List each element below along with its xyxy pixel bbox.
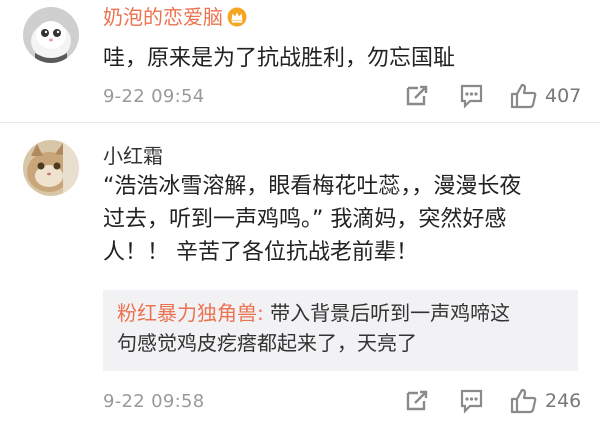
cat-avatar-icon: [23, 7, 79, 63]
crown-icon: [227, 7, 247, 32]
like-count: 407: [545, 85, 582, 107]
comment-text: “浩浩冰雪溶解，眼看梅花吐蕊，，漫漫长夜 过去，听到一声鸡鸣。” 我滴妈，突然好…: [103, 174, 522, 265]
username[interactable]: 小红霜: [103, 144, 163, 168]
comment-item: 小红霜 “浩浩冰雪溶解，眼看梅花吐蕊，，漫漫长夜 过去，听到一声鸡鸣。” 我滴妈…: [0, 123, 600, 421]
repost-icon[interactable]: [402, 387, 432, 415]
comment-meta: 9-22 09:54 407: [0, 80, 600, 112]
reply-username[interactable]: 粉红暴力独角兽:: [117, 301, 264, 325]
comment-item: 奶泡的恋爱脑 哇，原来是为了抗战胜利，勿忘国耻 9-22 09:54 407: [0, 0, 600, 122]
comment-icon[interactable]: [457, 387, 487, 415]
username[interactable]: 奶泡的恋爱脑: [103, 5, 247, 32]
comment-meta: 9-22 09:58 246: [0, 385, 600, 417]
timestamp: 9-22 09:54: [103, 86, 205, 107]
avatar[interactable]: [23, 140, 79, 196]
cat-avatar-icon: [23, 140, 79, 196]
comment-icon[interactable]: [457, 82, 487, 110]
repost-icon[interactable]: [402, 82, 432, 110]
reply-text: 带入背景后听到一声鸡啼这: [263, 301, 511, 325]
reply-text: 句感觉鸡皮疙瘩都起来了，天亮了: [117, 331, 417, 355]
comment-text: 哇，原来是为了抗战胜利，勿忘国耻: [103, 46, 456, 71]
thumbs-up-icon[interactable]: [509, 82, 539, 110]
reply-box[interactable]: 粉红暴力独角兽: 带入背景后听到一声鸡啼这 句感觉鸡皮疙瘩都起来了，天亮了: [103, 290, 578, 371]
timestamp: 9-22 09:58: [103, 391, 205, 412]
like-count: 246: [545, 390, 582, 412]
thumbs-up-icon[interactable]: [509, 387, 539, 415]
avatar[interactable]: [23, 7, 79, 63]
